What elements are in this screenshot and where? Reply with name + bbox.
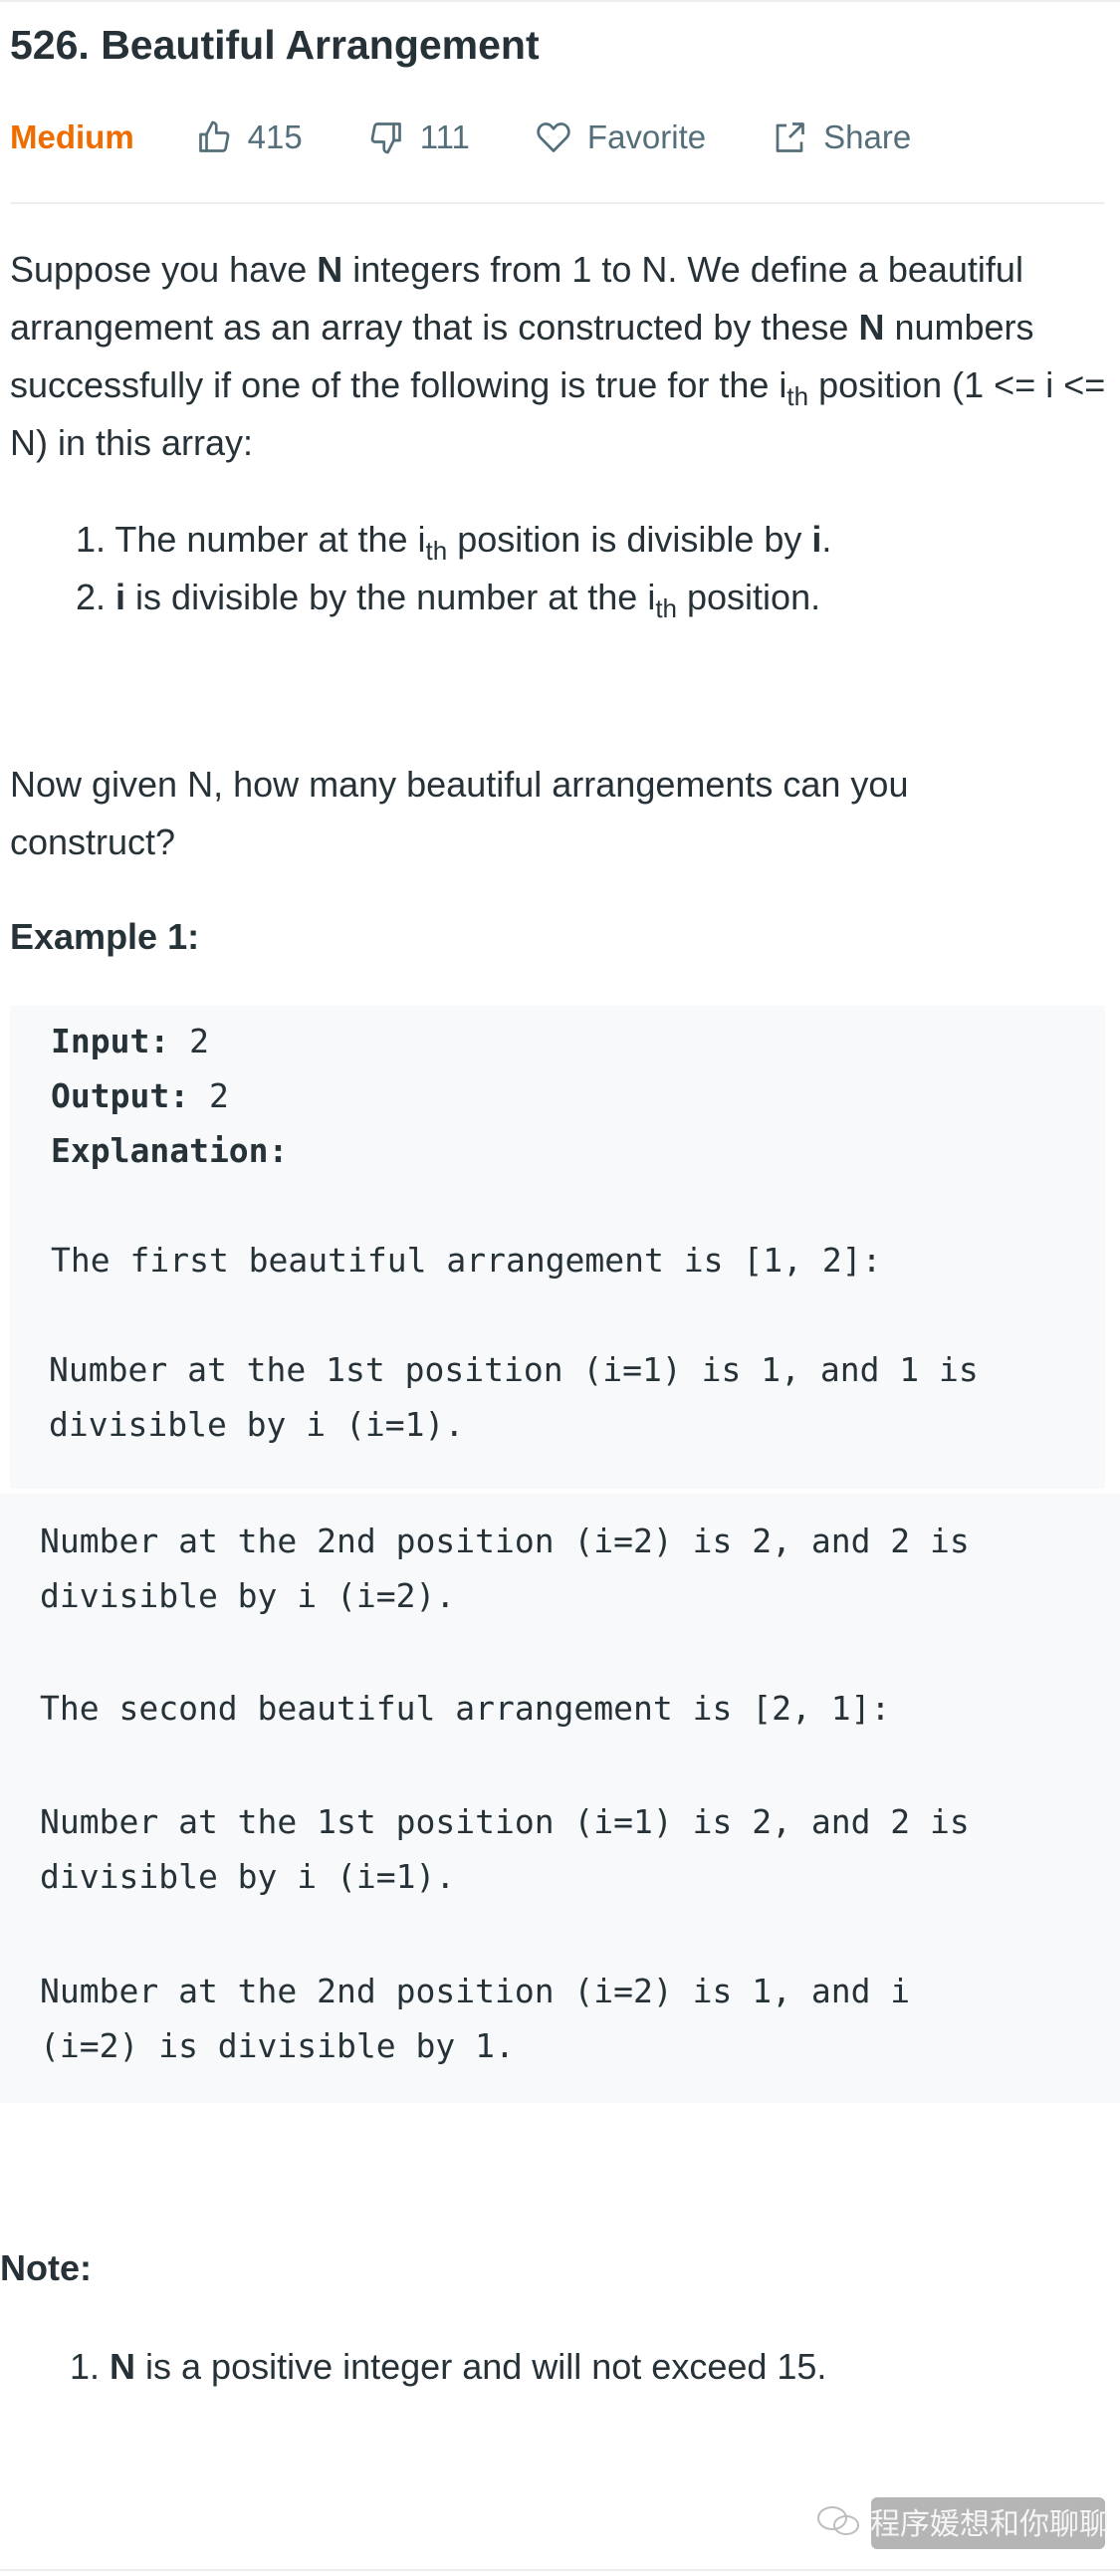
explanation-label: Explanation:: [51, 1131, 289, 1170]
example-code-block-top: Input: 2 Output: 2 Explanation: The firs…: [10, 1006, 1105, 1489]
example-code-block-bottom: Number at the 2nd position (i=2) is 2, a…: [0, 1494, 1120, 2103]
wechat-icon: [817, 2506, 859, 2535]
condition-item: 1. The number at the ith position is div…: [76, 511, 831, 569]
code-line: (i=2) is divisible by 1.: [40, 2026, 515, 2065]
problem-title: 526. Beautiful Arrangement: [10, 22, 540, 68]
example-heading: Example 1:: [10, 916, 200, 957]
problem-meta-bar: Medium 415 111 Favorite Share: [10, 112, 977, 163]
code-line: Number at the 1st position (i=1) is 2, a…: [40, 1802, 970, 1841]
condition-text: 1. The number at the i: [76, 519, 426, 560]
description-paragraph-2: Now given N, how many beautiful arrangem…: [10, 764, 909, 862]
code-line-explanation: Explanation:: [51, 1123, 288, 1178]
note-heading: Note:: [0, 2247, 92, 2288]
code-line: Number at the 1st position (i=1) is 1, a…: [49, 1350, 979, 1389]
description-paragraph-1: Suppose you have N integers from 1 to N.…: [10, 241, 1110, 472]
like-count: 415: [247, 118, 303, 155]
code-line: The second beautiful arrangement is [2, …: [40, 1689, 891, 1728]
code-line: The first beautiful arrangement is [1, 2…: [51, 1241, 882, 1280]
condition-text: is divisible by the number at the i: [125, 577, 656, 617]
share-icon: [776, 122, 804, 152]
code-line: divisible by i (i=2).: [40, 1576, 456, 1615]
condition-subscript: th: [425, 536, 448, 566]
favorite-button[interactable]: Favorite: [536, 118, 706, 156]
description-subscript: th: [786, 381, 809, 411]
condition-text: position is divisible by: [447, 519, 812, 560]
condition-bold: i: [811, 519, 822, 560]
code-line-input: Input: 2: [51, 1014, 209, 1068]
watermark: 程序媛想和你聊聊: [816, 2499, 1109, 2543]
description-bold-n: N: [317, 249, 343, 290]
header-divider: [10, 202, 1105, 204]
code-line: Number at the 2nd position (i=2) is 1, a…: [40, 1972, 911, 2010]
note-item: 1. N is a positive integer and will not …: [70, 2338, 1105, 2396]
difficulty-badge: Medium: [10, 118, 134, 155]
share-label: Share: [823, 118, 912, 155]
bottom-border: [0, 2569, 1120, 2571]
output-label: Output:: [51, 1076, 190, 1115]
note-text: is a positive integer and will not excee…: [135, 2346, 827, 2387]
condition-item: 2. i is divisible by the number at the i…: [76, 569, 831, 626]
description-text: Suppose you have: [10, 249, 318, 290]
note-text: 1.: [70, 2346, 111, 2387]
like-button[interactable]: 415: [196, 118, 303, 156]
favorite-label: Favorite: [586, 118, 707, 155]
share-button[interactable]: Share: [772, 118, 911, 156]
heart-icon: [537, 122, 570, 152]
dislike-button[interactable]: 111: [368, 118, 470, 156]
input-label: Input:: [51, 1022, 170, 1060]
thumbs-up-icon: [198, 120, 230, 152]
condition-text: position.: [677, 577, 821, 617]
watermark-text: 程序媛想和你聊聊: [870, 2508, 1109, 2541]
condition-list: 1. The number at the ith position is div…: [76, 511, 831, 626]
output-value: 2: [189, 1076, 229, 1115]
input-value: 2: [169, 1022, 209, 1060]
dislike-count: 111: [419, 118, 470, 155]
code-line: divisible by i (i=1).: [40, 1857, 456, 1896]
thumbs-down-icon: [370, 122, 401, 154]
condition-text: 2.: [76, 577, 116, 617]
code-line: divisible by i (i=1).: [49, 1405, 465, 1444]
condition-subscript: th: [655, 593, 677, 623]
code-line: Number at the 2nd position (i=2) is 2, a…: [40, 1522, 970, 1560]
description-bold-n: N: [858, 307, 885, 348]
code-line-output: Output: 2: [51, 1068, 229, 1123]
note-bold-n: N: [110, 2346, 136, 2387]
top-border: [0, 0, 1120, 2]
condition-bold: i: [115, 577, 126, 617]
condition-text: .: [821, 519, 832, 560]
